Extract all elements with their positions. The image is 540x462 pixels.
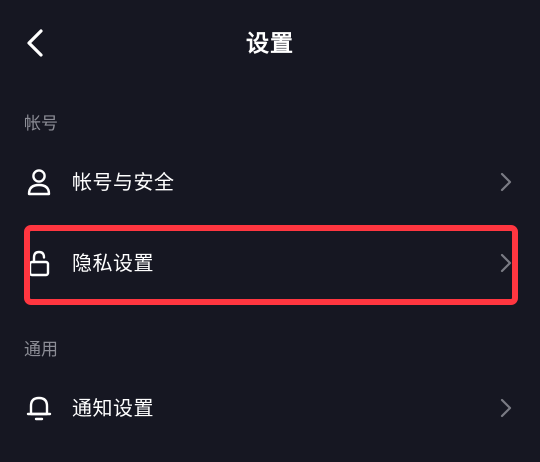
bell-icon: [24, 393, 54, 423]
top-bar: 设置: [0, 0, 540, 88]
settings-item-label: 帐号与安全: [72, 170, 175, 194]
chevron-right-icon: [495, 252, 517, 274]
lock-icon: [24, 248, 54, 278]
user-icon: [24, 167, 54, 197]
settings-item-privacy[interactable]: 隐私设置: [0, 226, 540, 300]
settings-item-label: 隐私设置: [72, 251, 154, 275]
settings-item-label: 通知设置: [72, 396, 154, 420]
section-label-account: 帐号: [24, 114, 58, 134]
chevron-right-icon: [495, 171, 517, 193]
chevron-right-icon: [495, 397, 517, 419]
settings-item-account-security[interactable]: 帐号与安全: [0, 145, 540, 219]
page-title: 设置: [246, 31, 294, 57]
section-label-general: 通用: [24, 340, 58, 360]
settings-item-notifications[interactable]: 通知设置: [0, 371, 540, 445]
